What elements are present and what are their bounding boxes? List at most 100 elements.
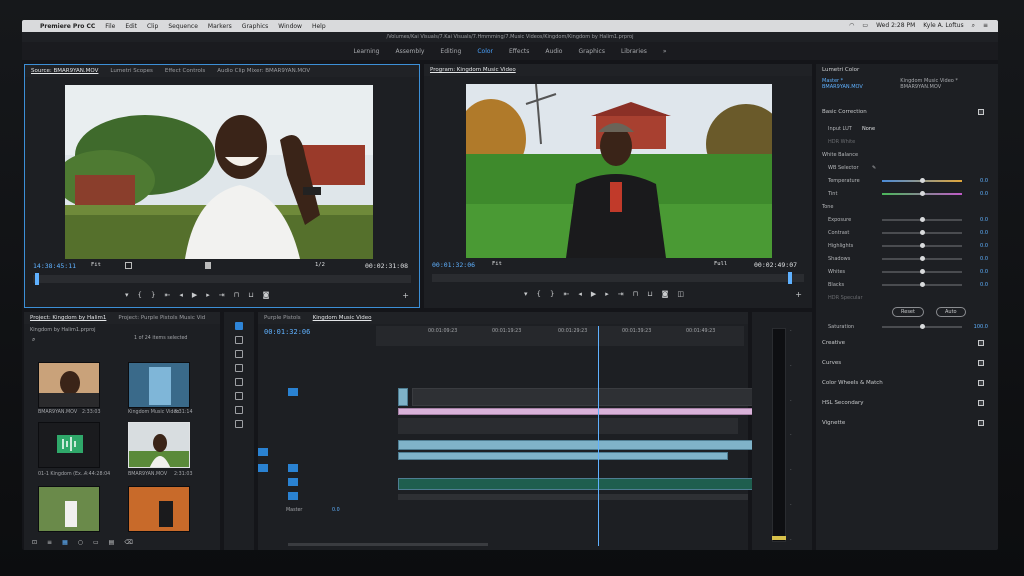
tab-sequence-kingdom[interactable]: Kingdom Music Video [313,315,372,321]
menu-markers[interactable]: Markers [208,23,232,30]
go-to-out-icon[interactable]: ⇥ [618,290,624,298]
audio-clip-a1[interactable] [398,478,754,490]
adjustment-layer-clip[interactable] [398,408,758,415]
slider-value[interactable]: 0.0 [980,243,988,249]
zoom-slider-icon[interactable]: ○ [78,539,83,546]
project-thumb[interactable] [128,362,190,408]
master-value[interactable]: 0.0 [332,508,340,513]
vignette-section[interactable]: Vignette [816,413,998,433]
basic-correction-section[interactable]: Basic Correction [816,102,998,122]
video-clip-cuts-v1[interactable] [398,452,728,460]
in-point-icon[interactable]: { [138,291,142,299]
extract-icon[interactable]: ⊔ [647,290,652,298]
workspace-overflow[interactable]: » [663,48,667,55]
section-checkbox[interactable] [978,420,984,426]
source-patch-v1[interactable] [258,448,268,456]
icon-view-icon[interactable]: ▦ [62,539,68,546]
project-thumb[interactable] [128,486,190,532]
clip-icon[interactable] [205,262,211,269]
source-playhead[interactable] [35,273,39,285]
selection-tool-icon[interactable] [235,322,243,330]
pen-tool-icon[interactable] [235,392,243,400]
slider-value[interactable]: 0.0 [980,178,988,184]
slider-value[interactable]: 0.0 [980,256,988,262]
slider-shadows[interactable]: Shadows 0.0 [816,252,998,265]
timeline-playhead[interactable] [598,326,599,546]
program-timecode-in[interactable]: 00:01:32:06 [432,261,475,269]
track-target-a3[interactable] [288,492,298,500]
tab-sequence-purple[interactable]: Purple Pistols [264,315,301,321]
tab-program[interactable]: Program: Kingdom Music Video [430,67,516,73]
lumetri-title[interactable]: Lumetri Color [816,64,998,76]
video-track-v2[interactable] [412,388,756,406]
slider-knob[interactable] [920,256,925,261]
curves-section[interactable]: Curves [816,353,998,373]
section-checkbox[interactable] [978,380,984,386]
go-to-in-icon[interactable]: ⇤ [563,290,569,298]
tab-lumetri-scopes[interactable]: Lumetri Scopes [110,68,153,74]
slider-knob[interactable] [920,217,925,222]
go-to-out-icon[interactable]: ⇥ [219,291,225,299]
overwrite-icon[interactable]: ⊔ [248,291,253,299]
menu-window[interactable]: Window [278,23,302,30]
battery-icon[interactable]: ▭ [862,22,868,30]
out-point-icon[interactable]: } [151,291,155,299]
new-item-icon[interactable]: ▤ [109,539,115,546]
program-playhead[interactable] [788,272,792,284]
out-point-icon[interactable]: } [550,290,554,298]
input-lut-dropdown[interactable]: None [862,126,875,132]
tab-source[interactable]: Source: BMAR9YAN.MOV [31,68,98,74]
timeline-zoom-scrollbar[interactable] [288,543,488,546]
step-forward-icon[interactable]: ▸ [605,290,609,298]
slider-exposure[interactable]: Exposure 0.0 [816,213,998,226]
auto-button[interactable]: Auto [936,307,966,317]
type-tool-icon[interactable] [235,420,243,428]
slider-knob[interactable] [920,282,925,287]
slider-tint[interactable]: Tint 0.0 [816,187,998,200]
workspace-assembly[interactable]: Assembly [396,48,425,55]
slider-value[interactable]: 0.0 [980,191,988,197]
slider-value[interactable]: 0.0 [980,269,988,275]
timeline-ruler[interactable]: 00:01:09:23 00:01:19:23 00:01:29:23 00:0… [376,326,744,346]
menu-list-icon[interactable]: ≡ [983,22,988,30]
step-forward-icon[interactable]: ▸ [206,291,210,299]
basic-correction-checkbox[interactable] [978,109,984,115]
slider-knob[interactable] [920,243,925,248]
menu-file[interactable]: File [105,23,115,30]
workspace-libraries[interactable]: Libraries [621,48,647,55]
hand-tool-icon[interactable] [235,406,243,414]
marker-icon[interactable]: ▾ [524,290,528,298]
workspace-effects[interactable]: Effects [509,48,529,55]
compare-view-icon[interactable]: ◫ [677,290,684,298]
lift-icon[interactable]: ⊓ [633,290,638,298]
wifi-icon[interactable]: ◠ [849,22,854,30]
color-wheels-section[interactable]: Color Wheels & Match [816,373,998,393]
workspace-graphics[interactable]: Graphics [578,48,605,55]
trash-icon[interactable]: ⌫ [124,539,132,546]
slider-value[interactable]: 0.0 [980,282,988,288]
menu-help[interactable]: Help [312,23,326,30]
menu-clip[interactable]: Clip [147,23,158,30]
slider-value[interactable]: 100.0 [974,324,988,330]
workspace-editing[interactable]: Editing [440,48,461,55]
slider-knob[interactable] [920,324,925,329]
tab-effect-controls[interactable]: Effect Controls [165,68,205,74]
slider-contrast[interactable]: Contrast 0.0 [816,226,998,239]
track-target-a2[interactable] [288,478,298,486]
source-scrubber[interactable] [33,273,411,285]
marker-icon[interactable]: ▾ [125,291,129,299]
add-button-icon[interactable]: + [402,291,409,300]
project-thumb[interactable] [38,486,100,532]
step-back-icon[interactable]: ◂ [578,290,582,298]
video-clip-cuts[interactable] [398,440,754,450]
slider-saturation[interactable]: Saturation 100.0 [816,320,998,333]
camera-icon[interactable]: ◙ [662,290,669,298]
slider-whites[interactable]: Whites 0.0 [816,265,998,278]
search-icon[interactable]: ⌕ [972,22,975,30]
slider-knob[interactable] [920,269,925,274]
timeline-timecode[interactable]: 00:01:32:06 [264,328,310,336]
slider-value[interactable]: 0.0 [980,230,988,236]
project-thumb[interactable] [38,422,100,468]
source-fit-dropdown[interactable]: Fit [91,262,101,268]
program-timecode-out[interactable]: 00:02:49:07 [754,261,797,269]
